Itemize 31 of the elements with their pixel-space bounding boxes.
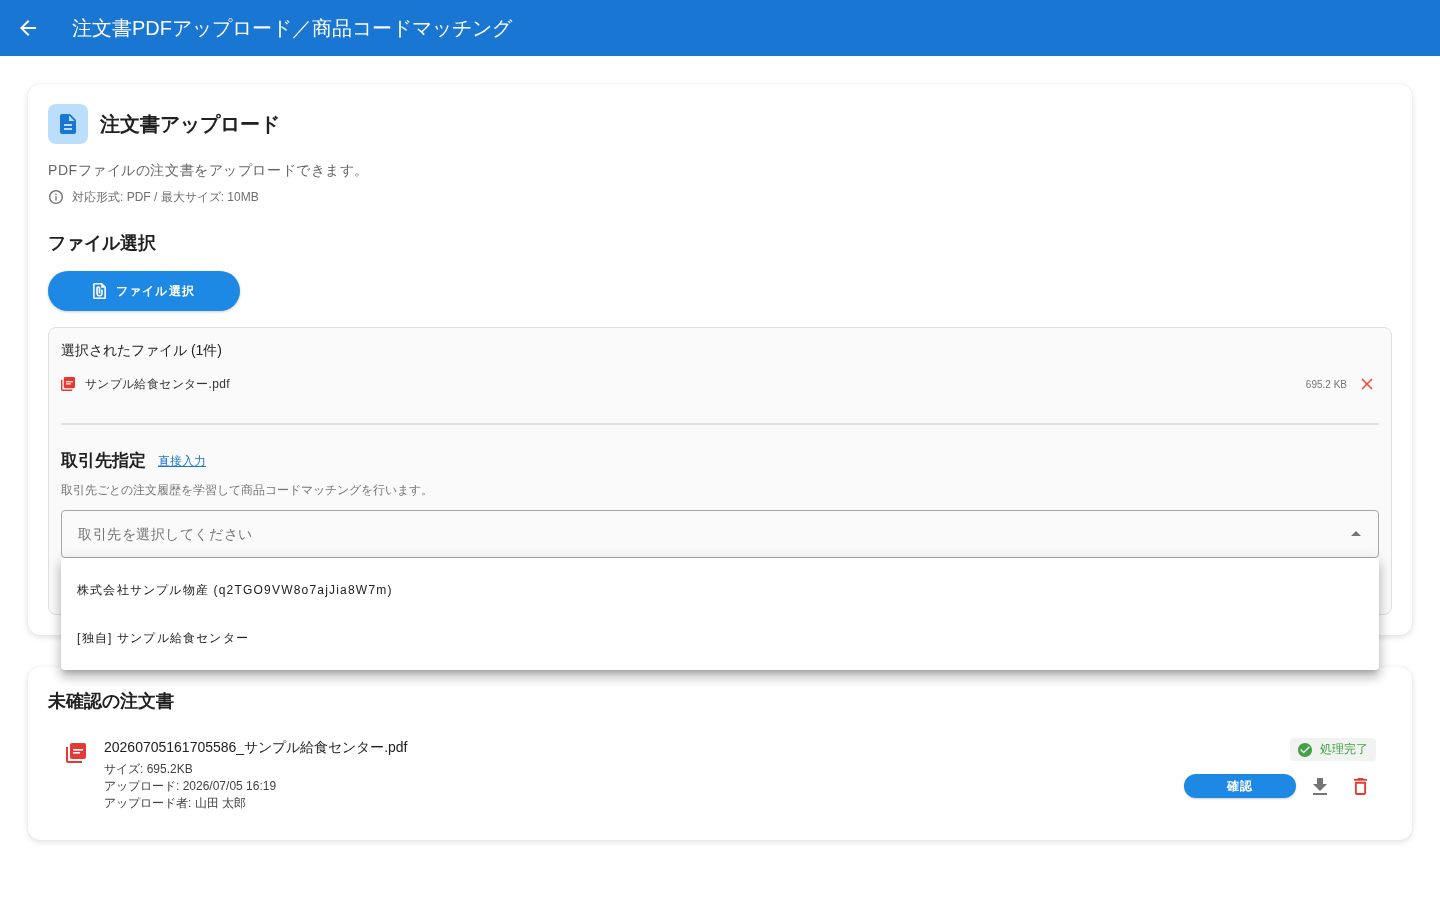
selected-files-title: 選択されたファイル (1件) [61, 341, 223, 360]
file-select-button[interactable]: ファイル選択 [48, 271, 240, 311]
dropdown-option[interactable]: 株式会社サンプル物産 (q2TGO9VW8o7ajJia8W7m) [61, 566, 1379, 614]
supplier-heading: 取引先指定 [61, 450, 146, 472]
dropdown-option[interactable]: [独自] サンプル給食センター [61, 614, 1379, 662]
info-icon [49, 190, 63, 204]
format-info-text: 対応形式: PDF / 最大サイズ: 10MB [72, 189, 259, 206]
description-text: PDFファイルの注文書をアップロードできます。 [48, 161, 370, 180]
confirm-button[interactable]: 確認 [1184, 774, 1296, 798]
file-size: 695.2 KB [1305, 378, 1347, 390]
file-icon [61, 377, 75, 391]
supplier-select[interactable]: 取引先を選択してください [61, 510, 1379, 558]
upload-date-text: アップロード: 2026/07/05 16:19 [104, 778, 278, 795]
file-name: サンプル給食センター.pdf [85, 375, 231, 393]
section-heading: ファイル選択 [48, 232, 157, 255]
status-text: 処理完了 [1320, 741, 1368, 758]
close-icon[interactable] [1361, 378, 1373, 390]
document-name: 20260705161705586_サンプル給食センター.pdf [104, 738, 409, 757]
supplier-description: 取引先ごとの注文履歴を学習して商品コードマッチングを行います。 [61, 482, 434, 499]
download-icon[interactable] [1313, 777, 1327, 795]
document-icon [48, 104, 88, 144]
trash-icon[interactable] [1353, 777, 1367, 795]
file-size-text: サイズ: 695.2KB [104, 761, 194, 778]
uploader-text: アップロード者: 山田 太郎 [104, 795, 247, 812]
left-arrow-icon[interactable] [20, 20, 36, 36]
page-title: 注文書PDFアップロード／商品コードマッチング [72, 16, 512, 41]
direct-input-link[interactable]: 直接入力 [158, 452, 206, 470]
section-heading: 未確認の注文書 [48, 690, 175, 713]
paperclip-file-icon [92, 283, 106, 299]
card-title: 注文書アップロード [100, 112, 280, 137]
file-icon [66, 743, 86, 763]
